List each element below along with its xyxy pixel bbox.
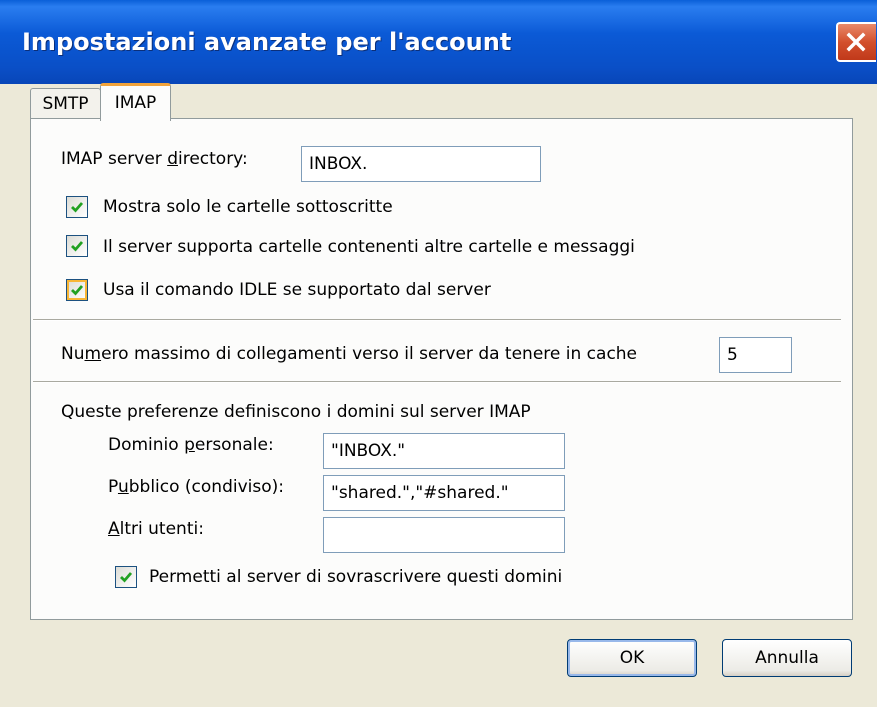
use-idle-label: Usa il comando IDLE se supportato dal se… — [103, 280, 491, 300]
personal-namespace-input[interactable]: "INBOX." — [323, 433, 565, 469]
nested-folders-checkbox[interactable] — [66, 235, 88, 257]
personal-namespace-label: Dominio personale: — [108, 435, 274, 455]
public-namespace-input[interactable]: "shared.","#shared." — [323, 475, 565, 511]
subscribed-only-checkbox[interactable] — [66, 196, 88, 218]
namespaces-heading: Queste preferenze definiscono i domini s… — [61, 402, 531, 422]
title-bar[interactable]: Impostazioni avanzate per l'account — [0, 0, 877, 84]
checkmark-icon — [120, 572, 133, 583]
close-button[interactable] — [836, 22, 876, 62]
window-title: Impostazioni avanzate per l'account — [22, 28, 512, 56]
other-users-namespace-label: Altri utenti: — [108, 519, 204, 539]
cancel-button[interactable]: Annulla — [722, 639, 852, 677]
close-icon — [846, 32, 866, 52]
divider — [33, 381, 841, 383]
nested-folders-label: Il server supporta cartelle contenenti a… — [103, 237, 635, 257]
allow-override-label: Permetti al server di sovrascrivere ques… — [149, 567, 563, 587]
subscribed-only-label: Mostra solo le cartelle sottoscritte — [103, 197, 393, 217]
server-directory-input[interactable]: INBOX. — [301, 146, 541, 182]
imap-settings-panel: IMAP server directory: INBOX. Mostra sol… — [30, 118, 853, 620]
use-idle-checkbox[interactable] — [66, 279, 88, 301]
checkmark-icon — [71, 285, 84, 296]
public-namespace-label: Pubblico (condiviso): — [108, 477, 284, 497]
tab-imap[interactable]: IMAP — [100, 83, 171, 121]
checkmark-icon — [71, 202, 84, 213]
allow-override-checkbox[interactable] — [115, 566, 137, 588]
divider — [33, 319, 841, 321]
server-directory-label: IMAP server directory: — [61, 149, 248, 169]
ok-button[interactable]: OK — [567, 639, 697, 677]
other-users-namespace-input[interactable] — [323, 517, 565, 553]
checkmark-icon — [71, 241, 84, 252]
tab-smtp[interactable]: SMTP — [30, 88, 101, 118]
tab-imap-label: IMAP — [114, 93, 157, 113]
max-connections-input[interactable]: 5 — [719, 337, 792, 373]
tab-smtp-label: SMTP — [42, 94, 89, 114]
max-connections-label: Numero massimo di collegamenti verso il … — [61, 344, 638, 364]
